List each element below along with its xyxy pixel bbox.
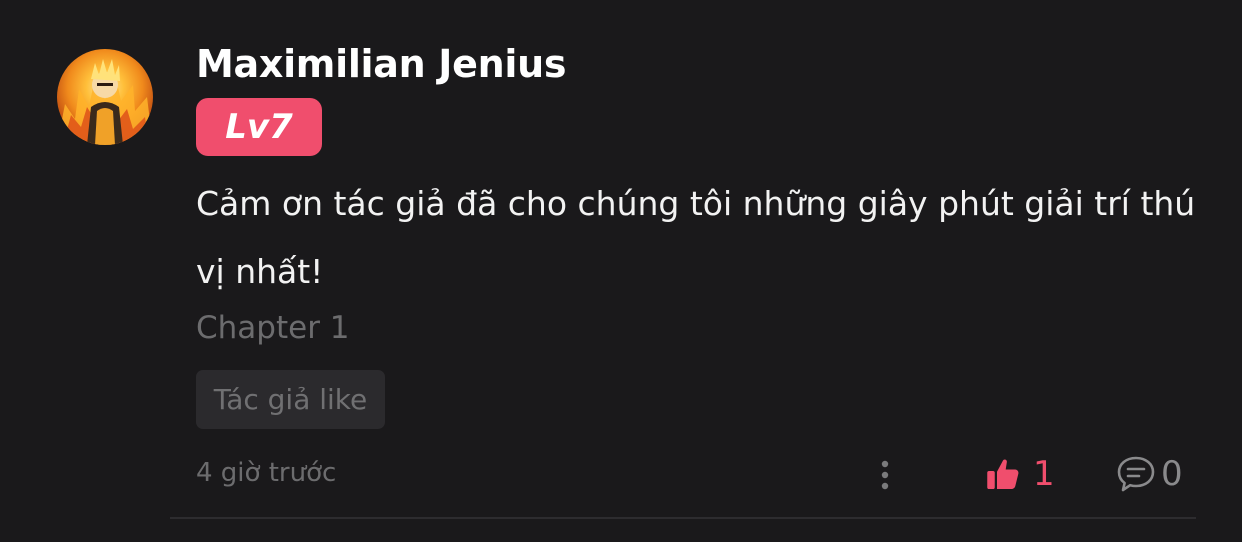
more-options-button[interactable] [868, 455, 902, 495]
avatar[interactable] [57, 49, 153, 145]
timestamp: 4 giờ trước [196, 458, 337, 488]
chat-bubble-icon [1117, 456, 1155, 492]
like-button[interactable]: 1 [985, 452, 1055, 496]
reply-button[interactable]: 0 [1115, 452, 1183, 496]
divider [170, 517, 1196, 519]
username[interactable]: Maximilian Jenius [196, 42, 566, 86]
avatar-image [57, 59, 153, 145]
like-count: 1 [1033, 454, 1055, 494]
comment-card: Maximilian Jenius Lv7 Cảm ơn tác giả đã … [0, 0, 1242, 542]
author-like-badge: Tác giả like [196, 370, 385, 429]
thumbs-up-icon [987, 459, 1019, 489]
comment-text: Cảm ơn tác giả đã cho chúng tôi những gi… [196, 184, 1196, 291]
chapter-link[interactable]: Chapter 1 [196, 310, 350, 346]
reply-count: 0 [1161, 454, 1183, 494]
level-badge: Lv7 [196, 98, 322, 156]
vertical-dots-icon [881, 460, 889, 490]
